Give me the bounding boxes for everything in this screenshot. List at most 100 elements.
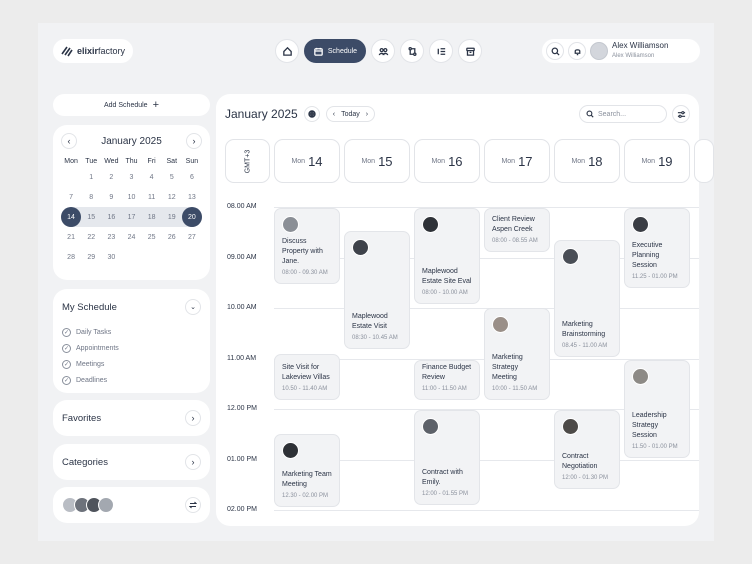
next-week-button[interactable]: › [366, 111, 368, 118]
calendar-day[interactable]: 2 [101, 167, 121, 187]
event-avatar [562, 418, 579, 435]
add-schedule-button[interactable]: Add Schedule + [53, 94, 210, 116]
calendar-day-selected-start[interactable]: 14 [61, 207, 82, 227]
nav-transfer-button[interactable] [400, 39, 424, 63]
calendar-day-in-range[interactable]: 19 [161, 207, 182, 227]
calendar-day[interactable]: 5 [162, 167, 182, 187]
calendar-day[interactable]: 26 [162, 227, 182, 247]
calendar-day-in-range[interactable]: 17 [121, 207, 142, 227]
event-card[interactable]: Site Visit for Lakeview Villas 10.50 - 11… [274, 354, 340, 400]
event-card[interactable]: Discuss Property with Jane. 08:00 - 09.30… [274, 208, 340, 284]
notifications-button[interactable] [568, 42, 586, 60]
event-card[interactable]: Marketing Team Meeting 12.30 - 02.00 PM [274, 434, 340, 507]
calendar-day[interactable]: 7 [61, 187, 81, 207]
calendar-day[interactable]: 12 [162, 187, 182, 207]
nav-list-button[interactable] [429, 39, 453, 63]
event-time: 10.50 - 11.40 AM [282, 386, 328, 392]
schedule-filter-meetings[interactable]: ✓ Meetings [62, 356, 201, 372]
calendar-search[interactable]: Search... [579, 105, 667, 123]
user-name[interactable]: Alex Williamson Alex Williamson [612, 41, 668, 61]
calendar-next-button[interactable]: › [185, 133, 202, 149]
event-avatar [632, 368, 649, 385]
calendar-day[interactable]: 24 [121, 227, 141, 247]
calendar-day[interactable]: 11 [142, 187, 162, 207]
search-icon [551, 47, 560, 56]
event-card[interactable]: Finance Budget Review 11:00 - 11.50 AM [414, 360, 480, 400]
day-header-partial[interactable] [694, 139, 714, 183]
schedule-filter-deadlines[interactable]: ✓ Deadlines [62, 372, 201, 388]
calendar-day[interactable]: 29 [81, 247, 101, 267]
add-schedule-label: Add Schedule [103, 101, 148, 109]
calendar-day[interactable]: 8 [81, 187, 101, 207]
calendar-search-input[interactable]: Search... [598, 111, 626, 118]
archive-icon [465, 47, 475, 56]
event-card[interactable]: Marketing Strategy Meeting 10:00 - 11.50 … [484, 308, 550, 400]
team-avatars[interactable] [62, 497, 114, 513]
weekday-label: Fri [147, 157, 156, 165]
calendar-day[interactable]: 25 [142, 227, 162, 247]
prev-week-button[interactable]: ‹ [333, 111, 335, 118]
event-card[interactable]: Client Review Aspen Creek 08:00 - 08.55 A… [484, 208, 550, 252]
favorites-panel[interactable]: Favorites › [53, 400, 210, 436]
calendar-day[interactable]: 13 [182, 187, 202, 207]
today-button[interactable]: Today [341, 111, 360, 118]
event-card[interactable]: Maplewood Estate Visit 08:30 - 10.45 AM [344, 231, 410, 349]
calendar-prev-button[interactable]: ‹ [61, 133, 77, 149]
day-header[interactable]: Mon 15 [344, 139, 410, 183]
event-card[interactable]: Contract Negotiation 12:00 - 01.30 PM [554, 410, 620, 489]
calendar-day[interactable]: 23 [101, 227, 121, 247]
swap-button[interactable] [185, 497, 201, 513]
calendar-day[interactable]: 1 [81, 167, 101, 187]
schedule-filter-daily-tasks[interactable]: ✓ Daily Tasks [62, 324, 201, 340]
day-header[interactable]: Mon 14 [274, 139, 340, 183]
calendar-day[interactable]: 3 [121, 167, 141, 187]
calendar-day-selected-end[interactable]: 20 [181, 207, 202, 227]
time-label: 08.00 AM [227, 203, 257, 210]
calendar-day-in-range[interactable]: 15 [81, 207, 102, 227]
calendar-day[interactable]: 10 [121, 187, 141, 207]
calendar-day[interactable]: 30 [101, 247, 121, 267]
event-card[interactable]: Maplewood Estate Site Eval 08:00 - 10.00 … [414, 208, 480, 304]
day-number: 16 [448, 153, 463, 169]
day-label: Mon [361, 157, 376, 165]
calendar-day-in-range[interactable]: 18 [141, 207, 162, 227]
calendar-day[interactable]: 9 [101, 187, 121, 207]
day-header[interactable]: Mon 19 [624, 139, 690, 183]
my-schedule-collapse-button[interactable]: ⌄ [185, 299, 201, 315]
calendar-day[interactable]: 27 [182, 227, 202, 247]
categories-expand-button[interactable]: › [185, 454, 201, 470]
swap-icon [189, 501, 197, 509]
logo[interactable]: elixirfactory [53, 39, 133, 63]
calendar-day[interactable]: 21 [61, 227, 81, 247]
calendar-day[interactable]: 4 [142, 167, 162, 187]
categories-panel[interactable]: Categories › [53, 444, 210, 480]
user-avatar[interactable] [590, 42, 608, 60]
calendar-view-button[interactable] [303, 106, 320, 122]
global-search-button[interactable] [546, 42, 564, 60]
event-card[interactable]: Contract with Emily. 12:00 - 01.55 PM [414, 410, 480, 505]
chevron-right-icon: › [192, 136, 196, 146]
globe-icon [308, 110, 316, 118]
schedule-filter-appointments[interactable]: ✓ Appointments [62, 340, 201, 356]
time-label: 02.00 PM [227, 506, 257, 513]
favorites-expand-button[interactable]: › [185, 410, 201, 426]
weekday-label: Sun [185, 157, 199, 165]
event-title: Leadership Strategy Session [632, 412, 667, 439]
calendar-day[interactable]: 6 [182, 167, 202, 187]
nav-home-button[interactable] [275, 39, 299, 63]
nav-team-button[interactable] [371, 39, 395, 63]
event-card[interactable]: Executive Planning Session 11.25 - 01.00 … [624, 208, 690, 288]
favorites-title: Favorites [62, 412, 102, 424]
event-card[interactable]: Marketing Brainstorming 08.45 - 11.00 AM [554, 240, 620, 357]
day-header[interactable]: Mon 17 [484, 139, 550, 183]
event-card[interactable]: Leadership Strategy Session 11.50 - 01.00… [624, 360, 690, 458]
calendar-day[interactable]: 28 [61, 247, 81, 267]
calendar-day-in-range[interactable]: 16 [101, 207, 122, 227]
nav-schedule-button[interactable]: Schedule [304, 39, 366, 63]
filter-button[interactable] [672, 105, 690, 123]
calendar-day[interactable]: 22 [81, 227, 101, 247]
day-header[interactable]: Mon 16 [414, 139, 480, 183]
day-header[interactable]: Mon 18 [554, 139, 620, 183]
nav-archive-button[interactable] [458, 39, 482, 63]
event-title: Executive Planning Session [632, 242, 663, 269]
